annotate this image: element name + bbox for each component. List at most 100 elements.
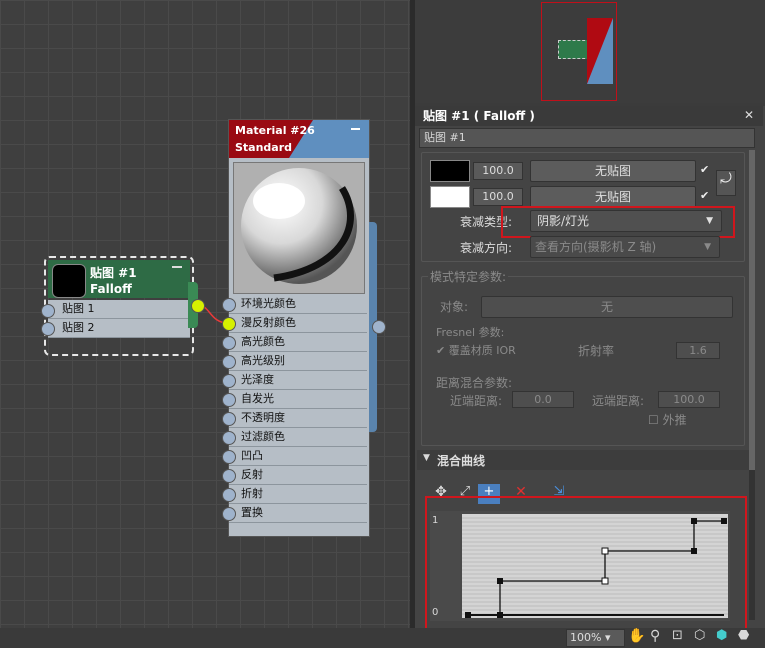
material-slot[interactable]: 高光颜色	[229, 333, 367, 352]
slot-label: 光泽度	[241, 373, 274, 386]
material-input-port[interactable]	[222, 469, 236, 483]
mix-curve-title: 混合曲线	[437, 454, 486, 468]
highlight-falloff-type	[501, 206, 735, 238]
extrapolate-label: 外推	[662, 413, 687, 427]
ior-label: 折射率	[578, 344, 615, 358]
far-distance-label: 远端距离:	[592, 394, 645, 408]
falloff-slot-map1[interactable]: 贴图 1	[48, 300, 190, 319]
zoom-dropdown[interactable]: 100% ▾	[566, 629, 625, 647]
material-input-port[interactable]	[222, 450, 236, 464]
falloff-output-port[interactable]	[191, 299, 205, 313]
zoom-region-icon[interactable]: ⊡	[672, 628, 683, 643]
override-ior-label: 覆盖材质 IOR	[448, 344, 516, 357]
falloff-input-port-2[interactable]	[41, 322, 55, 336]
material-input-port[interactable]	[222, 298, 236, 312]
material-slot[interactable]: 过滤颜色	[229, 428, 367, 447]
collapse-icon[interactable]	[351, 128, 360, 130]
distance-blend-title: 距离混合参数:	[436, 376, 513, 390]
falloff-node-subtitle: Falloff	[90, 282, 132, 296]
falloff-slot-map2[interactable]: 贴图 2	[48, 319, 190, 338]
mode-specific-title: 模式特定参数:	[428, 268, 509, 285]
panel-scrollbar[interactable]	[749, 150, 755, 620]
slot-label: 漫反射颜色	[241, 316, 296, 329]
slot-label: 反射	[241, 468, 263, 481]
material-slot[interactable]: 光泽度	[229, 371, 367, 390]
slot-label: 不透明度	[241, 411, 285, 424]
falloff-input-port-1[interactable]	[41, 304, 55, 318]
override-ior-checkbox[interactable]: ✔ 覆盖材质 IOR	[436, 342, 516, 358]
frame-all-icon[interactable]: ⬣	[738, 628, 749, 643]
falloff-node[interactable]: 贴图 #1 Falloff 贴图 1 贴图 2	[44, 256, 198, 356]
material-input-port[interactable]	[222, 507, 236, 521]
material-slot[interactable]: 环境光颜色	[229, 295, 367, 314]
slot-label: 环境光颜色	[241, 297, 296, 310]
material-input-port[interactable]	[222, 488, 236, 502]
material-slot[interactable]: 折射	[229, 485, 367, 504]
panel-scrollbar-thumb[interactable]	[749, 150, 755, 470]
near-distance-spinner[interactable]: 0.0	[512, 391, 574, 408]
material-output-port[interactable]	[372, 320, 386, 334]
collapse-icon[interactable]	[172, 266, 182, 268]
mix-curve-rollout-header[interactable]: ▼ 混合曲线	[417, 450, 753, 470]
near-distance-label: 近端距离:	[450, 394, 503, 408]
color2-map-button[interactable]: 无贴图	[530, 186, 696, 208]
slot-label: 凹凸	[241, 449, 263, 462]
color2-amount-spinner[interactable]: 100.0	[473, 188, 523, 206]
falloff-direction-dropdown[interactable]: 查看方向(摄影机 Z 轴) ▼	[530, 236, 720, 258]
slot-label: 折射	[241, 487, 263, 500]
panel-title: 贴图 #1 ( Falloff )	[415, 106, 763, 126]
close-icon[interactable]: ✕	[744, 108, 756, 122]
pan-hand-icon[interactable]: ✋	[628, 628, 645, 644]
color1-swatch[interactable]	[430, 160, 470, 182]
material-slot[interactable]: 凹凸	[229, 447, 367, 466]
object-pick-button[interactable]: 无	[481, 296, 733, 318]
falloff-direction-value: 查看方向(摄影机 Z 轴)	[535, 240, 657, 254]
chevron-down-icon: ▼	[704, 242, 711, 252]
material-slot[interactable]: 自发光	[229, 390, 367, 409]
navigator-material-node	[587, 18, 613, 84]
ior-spinner[interactable]: 1.6	[676, 342, 720, 359]
slot-label: 贴图 1	[62, 302, 95, 315]
navigator-panel[interactable]	[415, 0, 765, 103]
extrapolate-checkbox[interactable]: ☐ 外推	[648, 411, 687, 428]
zoom-magnifier-icon[interactable]: ⚲	[650, 628, 660, 644]
slot-label: 贴图 2	[62, 321, 95, 334]
slot-label: 过滤颜色	[241, 430, 285, 443]
material-input-port[interactable]	[222, 431, 236, 445]
material-input-port[interactable]	[222, 336, 236, 350]
material-sphere-preview	[233, 162, 365, 294]
slot-label: 高光级别	[241, 354, 285, 367]
material-node[interactable]: Material #26 Standard 环境光颜色 漫反射颜色 高光颜色 高光级别…	[228, 119, 370, 537]
far-distance-spinner[interactable]: 100.0	[658, 391, 720, 408]
color2-swatch[interactable]	[430, 186, 470, 208]
material-slot[interactable]: 高光级别	[229, 352, 367, 371]
material-slot[interactable]: 反射	[229, 466, 367, 485]
color1-map-checkbox[interactable]: ✔	[700, 163, 710, 176]
color1-amount-spinner[interactable]: 100.0	[473, 162, 523, 180]
zoom-selected-icon[interactable]: ⬢	[716, 628, 727, 643]
material-input-port[interactable]	[222, 393, 236, 407]
material-slot[interactable]: 漫反射颜色	[229, 314, 367, 333]
color1-map-button[interactable]: 无贴图	[530, 160, 696, 182]
fresnel-title: Fresnel 参数:	[436, 326, 505, 339]
falloff-direction-label: 衰减方向:	[460, 241, 513, 255]
falloff-node-header[interactable]: 贴图 #1 Falloff	[48, 260, 190, 298]
rollout-expanded-icon: ▼	[423, 453, 430, 463]
material-slot[interactable]: 置换	[229, 504, 367, 523]
zoom-value: 100%	[570, 631, 602, 644]
zoom-extents-icon[interactable]: ⬡	[694, 628, 705, 643]
navigator-falloff-node	[558, 40, 590, 59]
map-name-field[interactable]: 贴图 #1	[419, 128, 755, 148]
falloff-node-title: 贴图 #1	[90, 266, 137, 280]
slot-label: 置换	[241, 506, 263, 519]
material-slot[interactable]: 不透明度	[229, 409, 367, 428]
material-input-port[interactable]	[222, 374, 236, 388]
color2-map-checkbox[interactable]: ✔	[700, 189, 710, 202]
material-input-port[interactable]	[222, 317, 236, 331]
object-label: 对象:	[440, 300, 469, 314]
material-input-port[interactable]	[222, 412, 236, 426]
swap-colors-icon[interactable]: ⤾	[716, 170, 736, 196]
material-input-port[interactable]	[222, 355, 236, 369]
slot-label: 高光颜色	[241, 335, 285, 348]
material-node-subtitle: Standard	[235, 141, 293, 154]
